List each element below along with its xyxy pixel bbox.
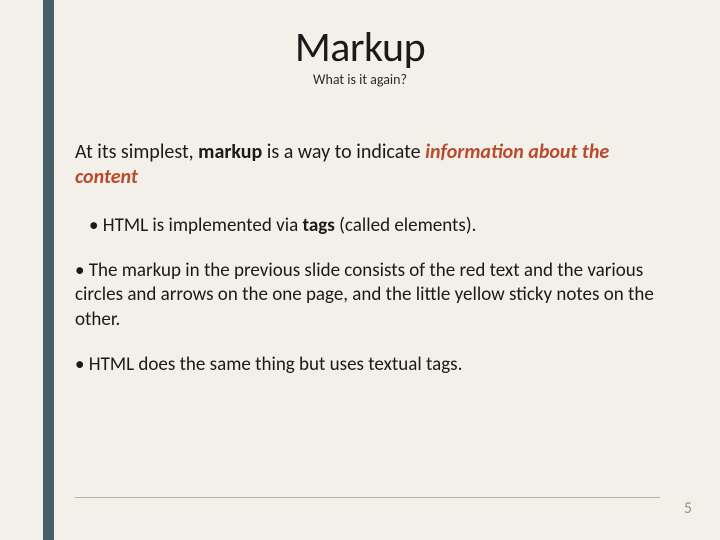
- slide-title: Markup: [0, 22, 720, 73]
- header: Markup What is it again?: [0, 0, 720, 88]
- bullet-1-bold: tags: [302, 214, 334, 237]
- intro-pre: At its simplest,: [75, 140, 198, 164]
- slide-subtitle: What is it again?: [0, 71, 720, 88]
- footer-rule: [75, 497, 660, 498]
- accent-bar: [43, 0, 54, 540]
- bullet-3: • HTML does the same thing but uses text…: [75, 353, 660, 378]
- bullet-1-pre: • HTML is implemented via: [89, 214, 302, 237]
- intro-text: At its simplest, markup is a way to indi…: [75, 140, 660, 190]
- bullet-1: • HTML is implemented via tags (called e…: [75, 214, 660, 239]
- intro-bold: markup: [198, 140, 262, 164]
- intro-mid: is a way to indicate: [262, 140, 425, 164]
- bullet-1-post: (called elements).: [335, 214, 477, 237]
- bullet-2: • The markup in the previous slide consi…: [75, 259, 660, 333]
- content: At its simplest, markup is a way to indi…: [75, 140, 660, 397]
- page-number: 5: [684, 499, 692, 518]
